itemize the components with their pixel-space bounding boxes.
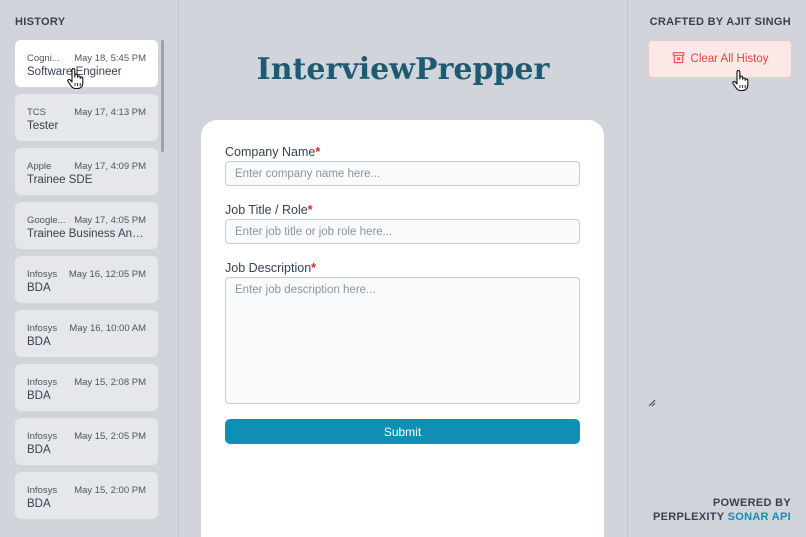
- history-item-company: Infosys: [27, 430, 58, 442]
- company-name-input[interactable]: [225, 161, 580, 186]
- interview-form: Company Name* Job Title / Role* Job Desc…: [201, 120, 604, 537]
- required-mark: *: [315, 145, 321, 159]
- history-item-date: May 15, 2:08 PM: [74, 376, 146, 388]
- hand-pointer-icon: [66, 68, 86, 90]
- job-title-input[interactable]: [225, 219, 580, 244]
- history-scrollbar[interactable]: [161, 40, 164, 152]
- job-title-label-text: Job Title / Role: [225, 203, 308, 217]
- archive-x-icon: [672, 51, 685, 67]
- history-item-company: Infosys: [27, 268, 58, 280]
- company-name-label: Company Name*: [225, 145, 320, 159]
- clear-history-label: Clear All Histoy: [690, 53, 769, 65]
- sonar-api-link[interactable]: SONAR API: [728, 511, 791, 523]
- history-item[interactable]: TCS May 17, 4:13 PM Tester: [15, 94, 158, 141]
- history-item[interactable]: Infosys May 15, 2:00 PM BDA: [15, 472, 158, 519]
- hand-pointer-icon: [731, 70, 751, 92]
- history-item-date: May 17, 4:09 PM: [74, 160, 146, 172]
- required-mark: *: [307, 203, 313, 217]
- history-item[interactable]: Cogni... May 18, 5:45 PM Software Enginee…: [15, 40, 158, 87]
- powered-by: POWERED BY PERPLEXITY SONAR API: [653, 496, 791, 524]
- history-list: Cogni... May 18, 5:45 PM Software Enginee…: [15, 40, 158, 526]
- history-item-company: Cogni...: [27, 52, 60, 64]
- history-item-date: May 17, 4:05 PM: [74, 214, 146, 226]
- job-description-label: Job Description*: [225, 261, 316, 275]
- history-item-role: BDA: [27, 498, 51, 510]
- history-item-role: BDA: [27, 390, 51, 402]
- history-item-date: May 16, 10:00 AM: [69, 322, 146, 334]
- app-title: InterviewPrepper: [256, 52, 550, 87]
- history-item-role: BDA: [27, 282, 51, 294]
- history-item[interactable]: Apple May 17, 4:09 PM Trainee SDE: [15, 148, 158, 195]
- history-item-company: Infosys: [27, 484, 58, 496]
- history-item-date: May 18, 5:45 PM: [74, 52, 146, 64]
- history-item-company: TCS: [27, 106, 46, 118]
- history-item-company: Google...: [27, 214, 66, 226]
- history-item-role: BDA: [27, 336, 51, 348]
- history-item[interactable]: Infosys May 16, 12:05 PM BDA: [15, 256, 158, 303]
- history-item-role: Trainee SDE: [27, 174, 93, 186]
- crafted-by-label: CRAFTED BY AJIT SINGH: [649, 16, 791, 28]
- job-title-label: Job Title / Role*: [225, 203, 313, 217]
- history-item[interactable]: Infosys May 15, 2:08 PM BDA: [15, 364, 158, 411]
- history-item-company: Infosys: [27, 322, 58, 334]
- powered-by-line2: PERPLEXITY SONAR API: [653, 510, 791, 524]
- history-item-role: BDA: [27, 444, 51, 456]
- powered-by-line1: POWERED BY: [712, 497, 791, 509]
- resize-handle-icon[interactable]: [648, 394, 656, 407]
- right-panel: CRAFTED BY AJIT SINGH Clear All Histoy P…: [627, 0, 806, 537]
- history-item-role: Trainee Business Anal...: [27, 228, 146, 240]
- job-description-label-text: Job Description: [225, 261, 312, 275]
- clear-history-button[interactable]: Clear All Histoy: [648, 40, 792, 78]
- history-item-date: May 16, 12:05 PM: [68, 268, 146, 280]
- history-item-date: May 15, 2:05 PM: [74, 430, 146, 442]
- required-mark: *: [311, 261, 317, 275]
- history-item-company: Apple: [27, 160, 52, 172]
- company-name-label-text: Company Name: [225, 145, 316, 159]
- history-item[interactable]: Infosys May 16, 10:00 AM BDA: [15, 310, 158, 357]
- history-item[interactable]: Google... May 17, 4:05 PM Trainee Busines…: [15, 202, 158, 249]
- submit-button[interactable]: Submit: [225, 419, 580, 444]
- history-item-date: May 17, 4:13 PM: [74, 106, 146, 118]
- job-description-textarea[interactable]: [225, 277, 580, 404]
- history-item-role: Tester: [27, 120, 59, 132]
- powered-by-prefix: PERPLEXITY: [652, 511, 725, 523]
- history-item[interactable]: Infosys May 15, 2:05 PM BDA: [15, 418, 158, 465]
- history-item-company: Infosys: [27, 376, 58, 388]
- history-sidebar: HISTORY Cogni... May 18, 5:45 PM Software…: [0, 0, 179, 537]
- history-item-role: Software Engineer: [27, 66, 122, 78]
- history-title: HISTORY: [15, 16, 66, 28]
- history-item-date: May 15, 2:00 PM: [74, 484, 146, 496]
